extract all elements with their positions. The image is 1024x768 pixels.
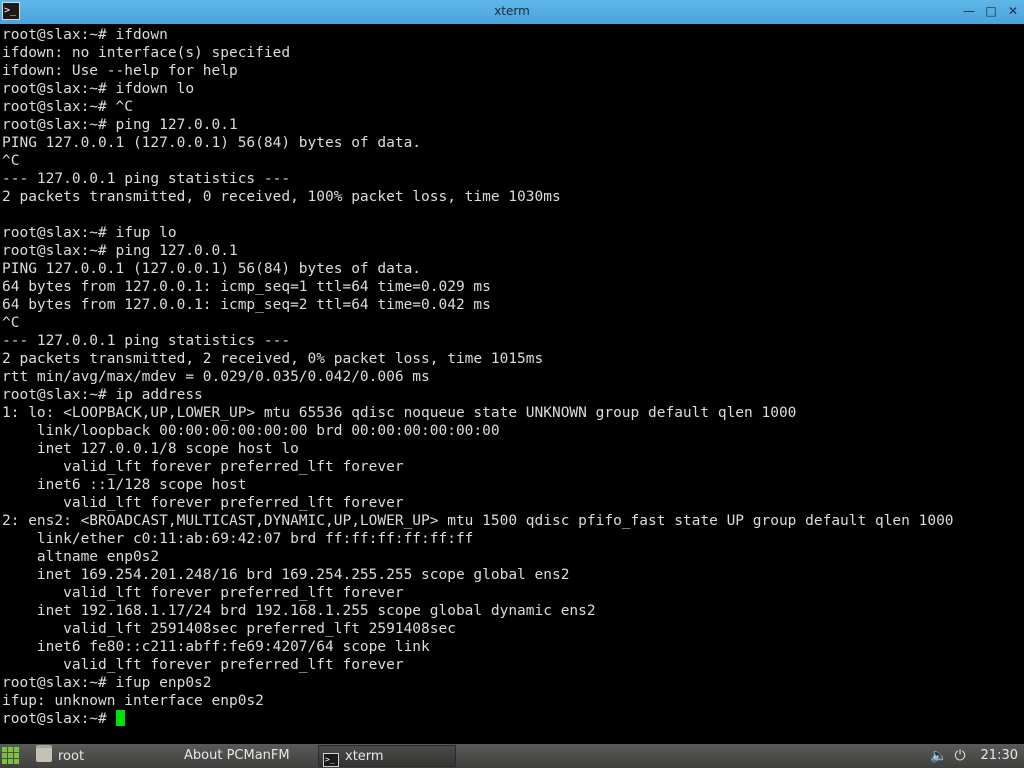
terminal-line: PING 127.0.0.1 (127.0.0.1) 56(84) bytes … <box>2 135 422 151</box>
clock[interactable]: 21:30 <box>981 744 1018 768</box>
terminal-line: 64 bytes from 127.0.0.1: icmp_seq=2 ttl=… <box>2 297 491 313</box>
taskbar-item-xterm[interactable]: >_ xterm <box>318 745 456 767</box>
terminal-line: rtt min/avg/max/mdev = 0.029/0.035/0.042… <box>2 369 430 385</box>
terminal-line: ifdown: no interface(s) specified <box>2 45 291 61</box>
terminal-line: inet6 ::1/128 scope host <box>2 477 247 493</box>
terminal-line: link/loopback 00:00:00:00:00:00 brd 00:0… <box>2 423 500 439</box>
terminal-prompt: root@slax:~# <box>2 711 116 727</box>
terminal-line: valid_lft forever preferred_lft forever <box>2 495 404 511</box>
minimize-button[interactable]: — <box>958 0 980 24</box>
terminal-line: link/ether c0:11:ab:69:42:07 brd ff:ff:f… <box>2 531 474 547</box>
terminal-line: ^C <box>2 153 20 169</box>
terminal-line: --- 127.0.0.1 ping statistics --- <box>2 333 291 349</box>
terminal-line: valid_lft forever preferred_lft forever <box>2 585 404 601</box>
taskbar-item-label: About PCManFM <box>184 748 290 763</box>
terminal-prompt-line[interactable]: root@slax:~# <box>2 710 125 728</box>
terminal-cursor <box>115 710 125 726</box>
terminal-line: altname enp0s2 <box>2 549 160 565</box>
terminal-line: root@slax:~# ping 127.0.0.1 <box>2 243 238 259</box>
terminal-line: 1: lo: <LOOPBACK,UP,LOWER_UP> mtu 65536 … <box>2 405 797 421</box>
terminal-line: 2 packets transmitted, 2 received, 0% pa… <box>2 351 544 367</box>
taskbar: root About PCManFM >_ xterm 🔈 ⏻ 21:30 <box>0 744 1024 768</box>
terminal-line: root@slax:~# ip address <box>2 387 203 403</box>
terminal-line: ^C <box>2 315 20 331</box>
xterm-window: >_ xterm — □ ✕ root@slax:~# ifdown ifdow… <box>0 0 1024 744</box>
terminal-line: ifup: unknown interface enp0s2 <box>2 693 264 709</box>
terminal-line: valid_lft forever preferred_lft forever <box>2 459 404 475</box>
maximize-button[interactable]: □ <box>980 0 1002 24</box>
terminal-icon: >_ <box>323 753 339 767</box>
terminal-line: root@slax:~# ifup enp0s2 <box>2 675 212 691</box>
start-menu-button[interactable] <box>2 747 20 765</box>
window-titlebar[interactable]: >_ xterm — □ ✕ <box>0 0 1024 24</box>
volume-icon[interactable]: 🔈 <box>930 747 948 765</box>
terminal-line: inet 192.168.1.17/24 brd 192.168.1.255 s… <box>2 603 596 619</box>
terminal-line: valid_lft forever preferred_lft forever <box>2 657 404 673</box>
terminal-line: valid_lft 2591408sec preferred_lft 25914… <box>2 621 456 637</box>
terminal-line: inet6 fe80::c211:abff:fe69:4207/64 scope… <box>2 639 430 655</box>
terminal-line: 2 packets transmitted, 0 received, 100% … <box>2 189 561 205</box>
power-icon[interactable]: ⏻ <box>951 747 969 765</box>
terminal-line: root@slax:~# ifup lo <box>2 225 177 241</box>
window-title: xterm <box>494 4 530 18</box>
close-button[interactable]: ✕ <box>1002 0 1024 24</box>
terminal-line: root@slax:~# ^C <box>2 99 133 115</box>
terminal-line: --- 127.0.0.1 ping statistics --- <box>2 171 291 187</box>
taskbar-item-label: xterm <box>345 749 384 764</box>
folder-icon <box>36 745 52 762</box>
terminal-line: root@slax:~# ifdown lo <box>2 81 195 97</box>
terminal-line: root@slax:~# ifdown <box>2 27 168 43</box>
terminal-line: inet 127.0.0.1/8 scope host lo <box>2 441 299 457</box>
taskbar-item-about-pcmanfm[interactable]: About PCManFM <box>180 745 314 767</box>
taskbar-item-label: root <box>58 749 85 764</box>
taskbar-item-root[interactable]: root <box>32 745 172 767</box>
terminal-line: 2: ens2: <BROADCAST,MULTICAST,DYNAMIC,UP… <box>2 513 954 529</box>
terminal-line: PING 127.0.0.1 (127.0.0.1) 56(84) bytes … <box>2 261 422 277</box>
terminal-line: ifdown: Use --help for help <box>2 63 238 79</box>
terminal-output[interactable]: root@slax:~# ifdown ifdown: no interface… <box>0 26 1024 744</box>
terminal-line: 64 bytes from 127.0.0.1: icmp_seq=1 ttl=… <box>2 279 491 295</box>
window-controls: — □ ✕ <box>958 0 1024 24</box>
terminal-line: root@slax:~# ping 127.0.0.1 <box>2 117 238 133</box>
terminal-line: inet 169.254.201.248/16 brd 169.254.255.… <box>2 567 570 583</box>
